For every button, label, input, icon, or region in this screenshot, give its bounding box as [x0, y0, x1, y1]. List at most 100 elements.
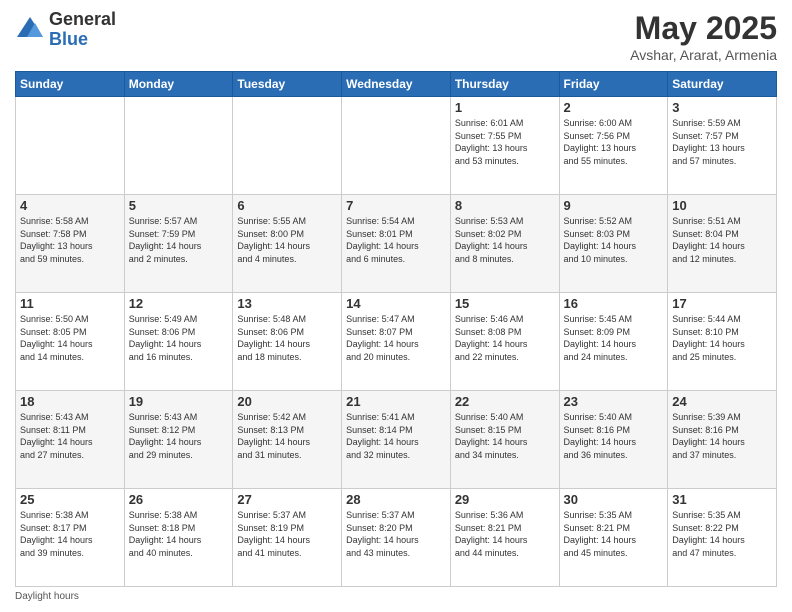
calendar-cell: 3 Sunrise: 5:59 AM Sunset: 7:57 PM Daylig… [668, 97, 777, 195]
day-info: Sunrise: 5:48 AM Sunset: 8:06 PM Dayligh… [237, 313, 337, 363]
logo-blue: Blue [49, 30, 116, 50]
week-row-1: 1Sunrise: 6:01 AM Sunset: 7:55 PM Daylig… [16, 97, 777, 195]
day-number: 12 [129, 296, 229, 311]
day-info: Sunrise: 5:40 AM Sunset: 8:15 PM Dayligh… [455, 411, 555, 461]
calendar-cell: 24 Sunrise: 5:39 AM Sunset: 8:16 PM Dayli… [668, 391, 777, 489]
title-area: May 2025 Avshar, Ararat, Armenia [630, 10, 777, 63]
calendar-cell [124, 97, 233, 195]
calendar-cell [342, 97, 451, 195]
calendar-header-tuesday: Tuesday [233, 72, 342, 97]
day-number: 4 [20, 198, 120, 213]
calendar-cell: 7 Sunrise: 5:54 AM Sunset: 8:01 PM Daylig… [342, 195, 451, 293]
day-number: 5 [129, 198, 229, 213]
calendar-cell: 1Sunrise: 6:01 AM Sunset: 7:55 PM Daylig… [450, 97, 559, 195]
footer-note: Daylight hours [15, 591, 777, 602]
month-title: May 2025 [630, 10, 777, 47]
week-row-3: 11Sunrise: 5:50 AM Sunset: 8:05 PM Dayli… [16, 293, 777, 391]
day-number: 30 [564, 492, 664, 507]
day-info: Sunrise: 5:51 AM Sunset: 8:04 PM Dayligh… [672, 215, 772, 265]
logo: General Blue [15, 10, 116, 50]
calendar-cell: 14 Sunrise: 5:47 AM Sunset: 8:07 PM Dayli… [342, 293, 451, 391]
day-info: Sunrise: 5:43 AM Sunset: 8:12 PM Dayligh… [129, 411, 229, 461]
location: Avshar, Ararat, Armenia [630, 47, 777, 63]
day-number: 7 [346, 198, 446, 213]
day-info: Sunrise: 5:40 AM Sunset: 8:16 PM Dayligh… [564, 411, 664, 461]
calendar-cell: 16Sunrise: 5:45 AM Sunset: 8:09 PM Dayli… [559, 293, 668, 391]
day-number: 3 [672, 100, 772, 115]
calendar-cell: 12 Sunrise: 5:49 AM Sunset: 8:06 PM Dayli… [124, 293, 233, 391]
day-number: 21 [346, 394, 446, 409]
calendar-cell: 15 Sunrise: 5:46 AM Sunset: 8:08 PM Dayli… [450, 293, 559, 391]
day-number: 14 [346, 296, 446, 311]
calendar-cell: 20 Sunrise: 5:42 AM Sunset: 8:13 PM Dayli… [233, 391, 342, 489]
logo-icon [15, 15, 45, 45]
logo-general: General [49, 10, 116, 30]
day-info: Sunrise: 5:46 AM Sunset: 8:08 PM Dayligh… [455, 313, 555, 363]
day-info: Sunrise: 5:38 AM Sunset: 8:18 PM Dayligh… [129, 509, 229, 559]
day-number: 20 [237, 394, 337, 409]
calendar-cell: 25 Sunrise: 5:38 AM Sunset: 8:17 PM Dayli… [16, 489, 125, 587]
calendar-cell: 13 Sunrise: 5:48 AM Sunset: 8:06 PM Dayli… [233, 293, 342, 391]
calendar-cell [16, 97, 125, 195]
calendar-cell: 2 Sunrise: 6:00 AM Sunset: 7:56 PM Daylig… [559, 97, 668, 195]
day-number: 25 [20, 492, 120, 507]
day-info: Sunrise: 5:55 AM Sunset: 8:00 PM Dayligh… [237, 215, 337, 265]
calendar-header-row: SundayMondayTuesdayWednesdayThursdayFrid… [16, 72, 777, 97]
day-info: Sunrise: 5:42 AM Sunset: 8:13 PM Dayligh… [237, 411, 337, 461]
day-number: 13 [237, 296, 337, 311]
calendar-cell: 23 Sunrise: 5:40 AM Sunset: 8:16 PM Dayli… [559, 391, 668, 489]
logo-text: General Blue [49, 10, 116, 50]
calendar-cell: 29 Sunrise: 5:36 AM Sunset: 8:21 PM Dayli… [450, 489, 559, 587]
calendar-cell: 27Sunrise: 5:37 AM Sunset: 8:19 PM Dayli… [233, 489, 342, 587]
day-info: Sunrise: 5:39 AM Sunset: 8:16 PM Dayligh… [672, 411, 772, 461]
day-info: Sunrise: 5:38 AM Sunset: 8:17 PM Dayligh… [20, 509, 120, 559]
day-number: 31 [672, 492, 772, 507]
calendar-cell: 8Sunrise: 5:53 AM Sunset: 8:02 PM Daylig… [450, 195, 559, 293]
header: General Blue May 2025 Avshar, Ararat, Ar… [15, 10, 777, 63]
calendar-header-thursday: Thursday [450, 72, 559, 97]
day-info: Sunrise: 5:43 AM Sunset: 8:11 PM Dayligh… [20, 411, 120, 461]
calendar-header-sunday: Sunday [16, 72, 125, 97]
day-number: 29 [455, 492, 555, 507]
day-info: Sunrise: 5:35 AM Sunset: 8:22 PM Dayligh… [672, 509, 772, 559]
day-info: Sunrise: 5:35 AM Sunset: 8:21 PM Dayligh… [564, 509, 664, 559]
day-info: Sunrise: 6:00 AM Sunset: 7:56 PM Dayligh… [564, 117, 664, 167]
day-number: 1 [455, 100, 555, 115]
calendar-cell: 5 Sunrise: 5:57 AM Sunset: 7:59 PM Daylig… [124, 195, 233, 293]
calendar-cell: 9 Sunrise: 5:52 AM Sunset: 8:03 PM Daylig… [559, 195, 668, 293]
day-number: 8 [455, 198, 555, 213]
calendar-header-friday: Friday [559, 72, 668, 97]
day-number: 2 [564, 100, 664, 115]
day-number: 18 [20, 394, 120, 409]
day-number: 26 [129, 492, 229, 507]
day-number: 28 [346, 492, 446, 507]
day-number: 10 [672, 198, 772, 213]
day-info: Sunrise: 5:58 AM Sunset: 7:58 PM Dayligh… [20, 215, 120, 265]
page: General Blue May 2025 Avshar, Ararat, Ar… [0, 0, 792, 612]
day-info: Sunrise: 5:54 AM Sunset: 8:01 PM Dayligh… [346, 215, 446, 265]
day-number: 17 [672, 296, 772, 311]
day-info: Sunrise: 5:47 AM Sunset: 8:07 PM Dayligh… [346, 313, 446, 363]
week-row-5: 25 Sunrise: 5:38 AM Sunset: 8:17 PM Dayli… [16, 489, 777, 587]
calendar-cell: 31 Sunrise: 5:35 AM Sunset: 8:22 PM Dayli… [668, 489, 777, 587]
calendar-cell: 28Sunrise: 5:37 AM Sunset: 8:20 PM Dayli… [342, 489, 451, 587]
calendar-cell: 11Sunrise: 5:50 AM Sunset: 8:05 PM Dayli… [16, 293, 125, 391]
day-number: 15 [455, 296, 555, 311]
day-info: Sunrise: 5:59 AM Sunset: 7:57 PM Dayligh… [672, 117, 772, 167]
calendar-cell: 21Sunrise: 5:41 AM Sunset: 8:14 PM Dayli… [342, 391, 451, 489]
day-number: 23 [564, 394, 664, 409]
day-info: Sunrise: 5:57 AM Sunset: 7:59 PM Dayligh… [129, 215, 229, 265]
day-number: 9 [564, 198, 664, 213]
day-number: 6 [237, 198, 337, 213]
calendar-cell [233, 97, 342, 195]
calendar-cell: 30 Sunrise: 5:35 AM Sunset: 8:21 PM Dayli… [559, 489, 668, 587]
day-info: Sunrise: 5:52 AM Sunset: 8:03 PM Dayligh… [564, 215, 664, 265]
calendar-header-monday: Monday [124, 72, 233, 97]
week-row-4: 18 Sunrise: 5:43 AM Sunset: 8:11 PM Dayli… [16, 391, 777, 489]
day-number: 24 [672, 394, 772, 409]
day-number: 16 [564, 296, 664, 311]
day-number: 11 [20, 296, 120, 311]
day-info: Sunrise: 5:49 AM Sunset: 8:06 PM Dayligh… [129, 313, 229, 363]
calendar-cell: 6 Sunrise: 5:55 AM Sunset: 8:00 PM Daylig… [233, 195, 342, 293]
day-info: Sunrise: 5:36 AM Sunset: 8:21 PM Dayligh… [455, 509, 555, 559]
